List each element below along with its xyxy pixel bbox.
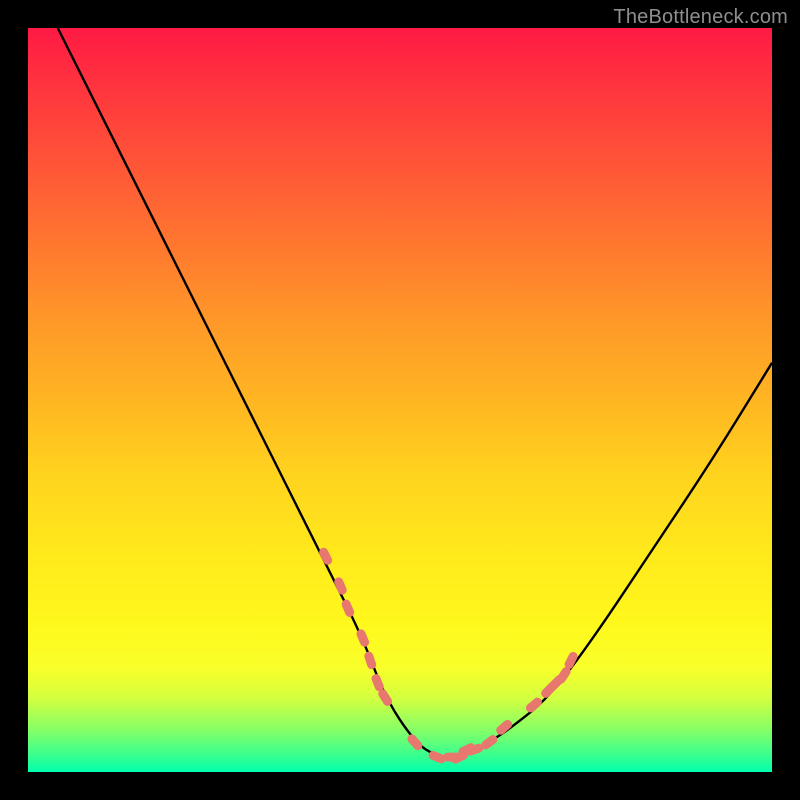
watermark-text: TheBottleneck.com — [613, 6, 788, 29]
curve-path — [58, 28, 772, 757]
highlight-dot — [340, 598, 355, 618]
bottleneck-curve — [58, 28, 772, 757]
highlight-dot — [363, 650, 377, 670]
highlight-dot — [494, 718, 514, 736]
plot-area — [28, 28, 772, 772]
highlight-dots — [318, 546, 580, 765]
chart-frame: TheBottleneck.com — [0, 0, 800, 800]
curve-layer — [28, 28, 772, 772]
highlight-dot — [524, 696, 544, 714]
highlight-dot — [406, 733, 425, 752]
highlight-dot — [318, 546, 334, 566]
highlight-dot — [333, 576, 348, 596]
